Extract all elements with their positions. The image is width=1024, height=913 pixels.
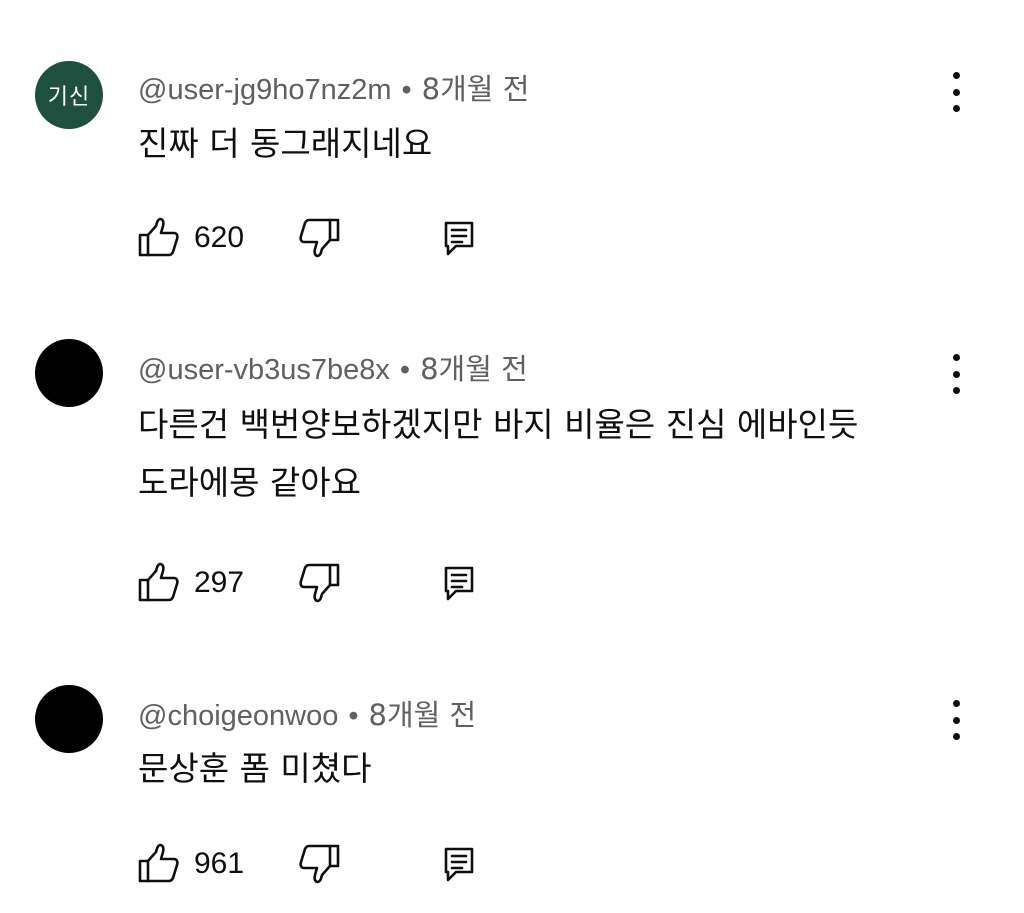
comment-actions: 620	[136, 216, 496, 260]
reply-button[interactable]	[438, 842, 482, 886]
comment-time[interactable]: 8개월 전	[420, 352, 528, 386]
comment-text-line: 다른건 백번양보하겠지만 바지 비율은 진심 에바인듯	[138, 405, 859, 444]
more-dot	[952, 105, 960, 112]
thumbs-up-icon	[138, 843, 179, 883]
comment-text: 문상훈 폼 미쳤다	[138, 740, 372, 798]
comment-text-line: 문상훈 폼 미쳤다	[138, 749, 372, 788]
like-button[interactable]: 620	[136, 216, 244, 260]
comment-text-line: 진짜 더 동그래지네요	[138, 124, 433, 163]
like-button[interactable]: 297	[136, 561, 244, 605]
comment-meta: @user-jg9ho7nz2m • 8개월 전	[138, 66, 529, 108]
comment-text: 진짜 더 동그래지네요	[138, 115, 432, 173]
more-dot	[952, 88, 960, 96]
more-options-button[interactable]	[944, 700, 968, 740]
comment-author[interactable]: @user-vb3us7be8x	[138, 354, 390, 386]
like-count: 620	[194, 221, 245, 254]
more-dot	[952, 716, 960, 724]
thumbs-down-icon	[299, 844, 340, 884]
meta-separator: •	[399, 354, 411, 386]
dislike-button[interactable]	[298, 842, 342, 886]
reply-icon	[444, 847, 474, 882]
more-vert-icon	[952, 72, 960, 79]
avatar[interactable]: 기신	[35, 61, 103, 129]
avatar[interactable]	[35, 339, 103, 407]
more-options-button[interactable]	[944, 72, 968, 112]
more-dot	[952, 370, 960, 378]
thumbs-down-icon	[299, 563, 340, 603]
more-vert-icon	[952, 354, 960, 361]
comment-actions: 297	[136, 561, 496, 605]
comment-time[interactable]: 8개월 전	[369, 698, 477, 732]
reply-button[interactable]	[438, 561, 482, 605]
dislike-button[interactable]	[298, 216, 342, 260]
thumbs-up-icon	[138, 217, 179, 257]
avatar-initials: 기신	[47, 85, 91, 110]
comment-text-line: 도라에몽 같아요	[138, 463, 362, 502]
comment-time[interactable]: 8개월 전	[422, 72, 530, 106]
more-dot	[952, 387, 960, 394]
comment-meta: @choigeonwoo • 8개월 전	[138, 692, 476, 734]
like-button[interactable]: 961	[136, 842, 244, 886]
comment-text: 다른건 백번양보하겠지만 바지 비율은 진심 에바인듯 도라에몽 같아요	[138, 396, 858, 512]
comment-actions: 961	[136, 842, 496, 886]
comment-author[interactable]: @user-jg9ho7nz2m	[138, 74, 392, 106]
thumbs-down-icon	[299, 218, 340, 258]
like-count: 297	[194, 566, 245, 599]
meta-separator: •	[401, 74, 412, 106]
more-dot	[952, 733, 960, 740]
more-vert-icon	[952, 700, 960, 707]
more-options-button[interactable]	[944, 354, 968, 394]
dislike-button[interactable]	[298, 561, 342, 605]
reply-button[interactable]	[438, 216, 482, 260]
avatar[interactable]	[35, 685, 103, 753]
meta-separator: •	[348, 700, 359, 732]
reply-icon	[444, 566, 474, 601]
reply-icon	[444, 221, 474, 256]
comment-author[interactable]: @choigeonwoo	[138, 700, 338, 732]
comment-meta: @user-vb3us7be8x • 8개월 전	[138, 346, 528, 388]
thumbs-up-icon	[138, 562, 179, 602]
like-count: 961	[194, 847, 245, 880]
